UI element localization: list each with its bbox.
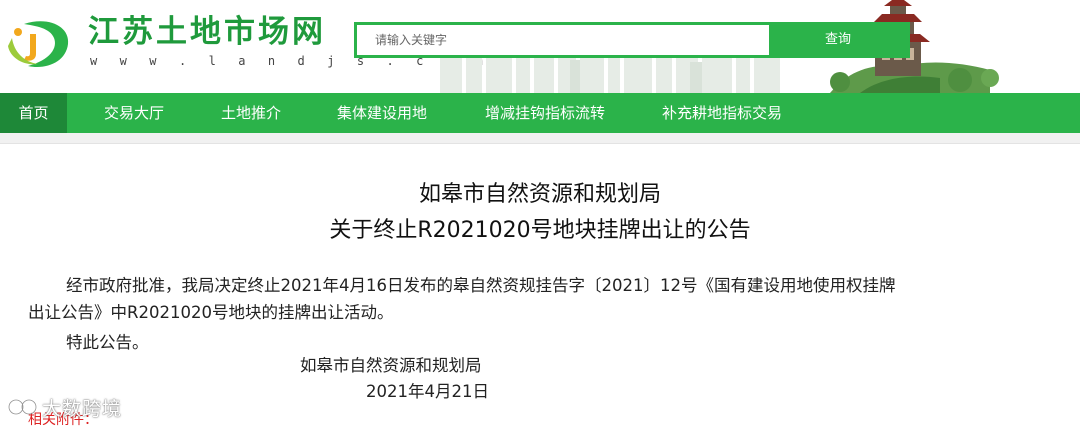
main-nav: 首页 交易大厅 土地推介 集体建设用地 增减挂钩指标流转 补充耕地指标交易 <box>0 93 1080 133</box>
nav-item-trading-hall[interactable]: 交易大厅 <box>104 93 164 133</box>
search-input[interactable] <box>357 25 769 55</box>
nav-item-farmland-quota[interactable]: 补充耕地指标交易 <box>662 93 782 133</box>
nav-item-land-promotion[interactable]: 土地推介 <box>221 93 281 133</box>
site-name: 江苏土地市场网 <box>88 14 326 50</box>
nav-item-quota-transfer[interactable]: 增减挂钩指标流转 <box>485 93 605 133</box>
nav-item-home[interactable]: 首页 <box>0 93 67 133</box>
signature-organization: 如皋市自然资源和规划局 <box>300 356 482 375</box>
watermark: 大数跨境 <box>8 394 122 420</box>
nav-divider-band <box>0 133 1080 144</box>
site-logo-icon[interactable] <box>6 16 76 72</box>
article-title-line2: 关于终止R2021020号地块挂牌出让的公告 <box>329 218 751 243</box>
watermark-logo-icon <box>8 399 37 415</box>
site-header: 江苏土地市场网 w w w . l a n d j s . c o m 请输入关… <box>0 0 1080 93</box>
article-title-line1: 如皋市自然资源和规划局 <box>418 182 661 207</box>
nav-item-collective-land[interactable]: 集体建设用地 <box>337 93 427 133</box>
signature-date: 2021年4月21日 <box>366 382 489 401</box>
watermark-text: 大数跨境 <box>42 397 123 420</box>
search-box: 查询 <box>354 22 910 58</box>
article-body: 经市政府批准，我局决定终止2021年4月16日发布的皋自然资规挂告字〔2021〕… <box>28 276 896 322</box>
search-button[interactable]: 查询 <box>769 25 907 55</box>
article-closing: 特此公告。 <box>66 333 149 352</box>
